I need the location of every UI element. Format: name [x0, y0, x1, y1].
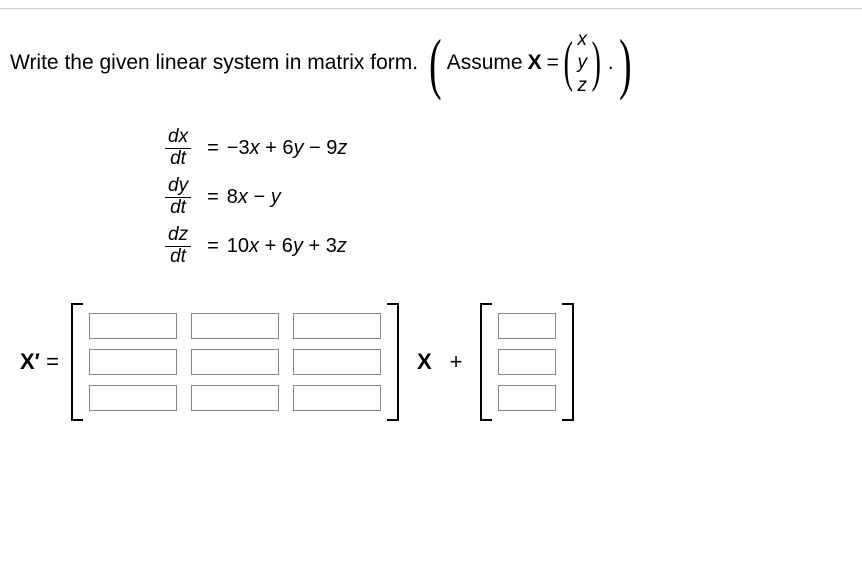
- fraction-dx-dt: dx dt: [165, 127, 191, 170]
- prompt-line: Write the given linear system in matrix …: [10, 29, 852, 97]
- vec-z: z: [578, 75, 588, 98]
- bold-x: X: [528, 51, 542, 75]
- vector-f-cells: [492, 303, 562, 421]
- frac-den: dt: [167, 247, 189, 268]
- assume-paren-outer: ( Assume X = ( x y z ) . ): [424, 29, 636, 97]
- equation-row-1: dx dt = −3x + 6y − 9z: [165, 127, 852, 170]
- equation-row-3: dz dt = 10x + 6y + 3z: [165, 225, 852, 268]
- bracket-left-icon: [480, 303, 492, 421]
- frac-num: dy: [165, 176, 191, 198]
- frac-num: dz: [165, 225, 191, 247]
- vector-xyz: x y z: [578, 29, 588, 97]
- eq-sign: =: [207, 186, 219, 209]
- vector-f: [480, 303, 574, 421]
- vector-f-input-2[interactable]: [498, 349, 556, 375]
- period: .: [608, 51, 614, 75]
- matrix-form-row: X′ = X +: [20, 303, 852, 421]
- frac-den: dt: [167, 198, 189, 219]
- vector-paren: ( x y z ): [559, 29, 606, 97]
- equals-sign: =: [46, 349, 59, 374]
- equals: =: [547, 51, 559, 75]
- matrix-a-input-3-3[interactable]: [293, 385, 381, 411]
- frac-den: dt: [167, 149, 189, 170]
- matrix-a-input-2-2[interactable]: [191, 349, 279, 375]
- right-paren-icon: ): [619, 33, 631, 94]
- frac-num: dx: [165, 127, 191, 149]
- eq-rhs-1: −3x + 6y − 9z: [227, 137, 348, 160]
- fraction-dy-dt: dy dt: [165, 176, 191, 219]
- fraction-dz-dt: dz dt: [165, 225, 191, 268]
- equation-row-2: dy dt = 8x − y: [165, 176, 852, 219]
- problem-content: Write the given linear system in matrix …: [0, 9, 862, 431]
- bracket-right-icon: [387, 303, 399, 421]
- eq-sign: =: [207, 235, 219, 258]
- plus-sign: +: [450, 349, 463, 375]
- matrix-a-input-2-1[interactable]: [89, 349, 177, 375]
- vector-f-input-3[interactable]: [498, 385, 556, 411]
- matrix-a-cells: [83, 303, 387, 421]
- matrix-a-input-1-2[interactable]: [191, 313, 279, 339]
- matrix-a-input-3-1[interactable]: [89, 385, 177, 411]
- vec-left-paren-icon: (: [564, 39, 573, 87]
- vec-y: y: [578, 52, 588, 75]
- matrix-a-input-1-1[interactable]: [89, 313, 177, 339]
- left-paren-icon: (: [429, 33, 441, 94]
- x-prime: X′: [20, 349, 40, 374]
- equations-block: dx dt = −3x + 6y − 9z dy dt = 8x − y dz …: [165, 127, 852, 267]
- eq-sign: =: [207, 137, 219, 160]
- assume-inner: Assume X = ( x y z ) .: [447, 29, 614, 97]
- vector-f-input-1[interactable]: [498, 313, 556, 339]
- times-x: X: [417, 349, 432, 375]
- matrix-a: [71, 303, 399, 421]
- eq-rhs-2: 8x − y: [227, 186, 281, 209]
- matrix-a-input-1-3[interactable]: [293, 313, 381, 339]
- vec-right-paren-icon: ): [592, 39, 601, 87]
- matrix-a-input-2-3[interactable]: [293, 349, 381, 375]
- vec-x: x: [578, 29, 588, 52]
- bracket-right-icon: [562, 303, 574, 421]
- eq-rhs-3: 10x + 6y + 3z: [227, 235, 347, 258]
- assume-word: Assume: [447, 51, 523, 75]
- x-prime-equals: X′ =: [20, 349, 59, 375]
- matrix-a-input-3-2[interactable]: [191, 385, 279, 411]
- bracket-left-icon: [71, 303, 83, 421]
- prompt-text: Write the given linear system in matrix …: [10, 51, 418, 75]
